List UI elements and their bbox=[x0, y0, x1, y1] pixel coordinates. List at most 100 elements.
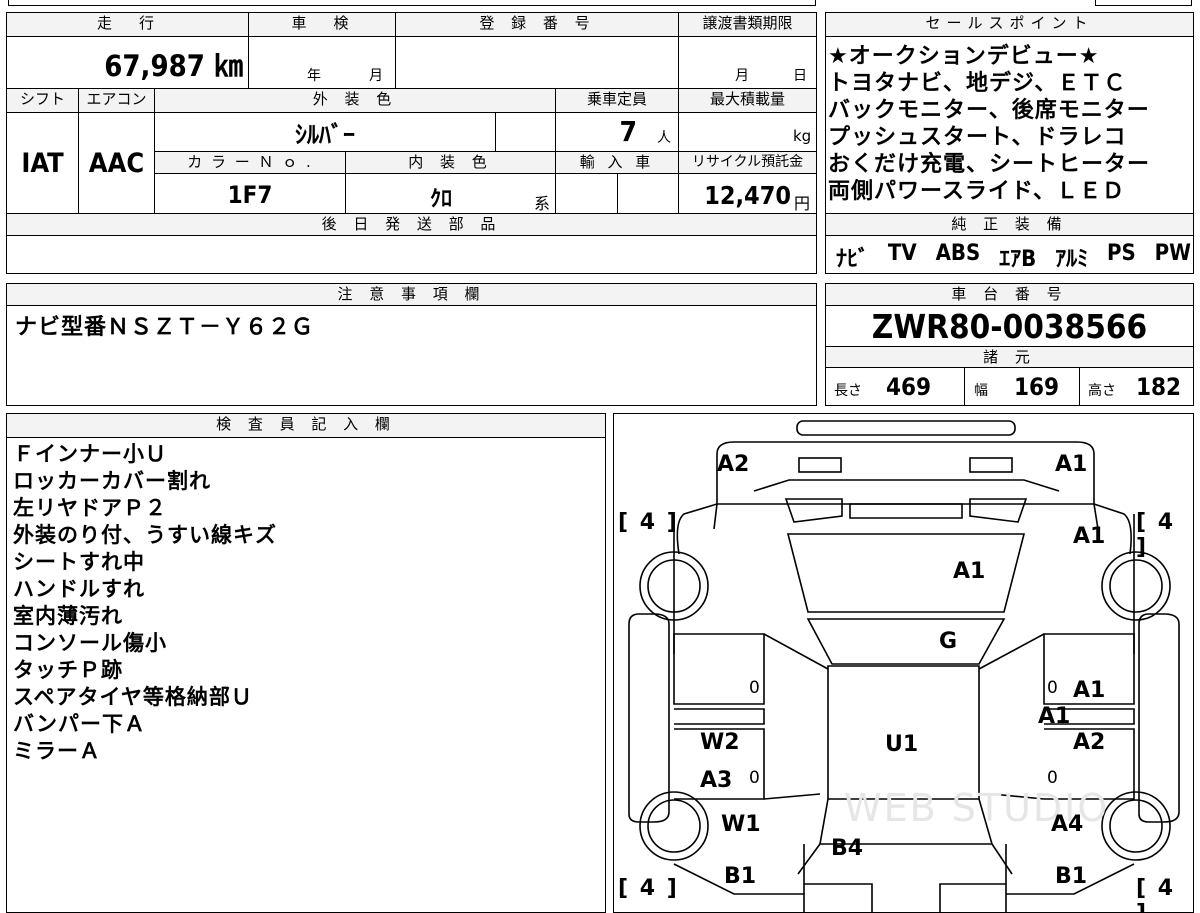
inspector-header: 検 査 員 記 入 欄 bbox=[7, 414, 605, 438]
mileage-header: 走 行 bbox=[7, 13, 250, 37]
equipment-alloy: ｱﾙﾐ bbox=[1055, 247, 1089, 272]
mark-front-left: A2 bbox=[717, 452, 750, 477]
exterior-color-value: ｼﾙﾊﾞｰ bbox=[295, 121, 355, 149]
recycle-value: 12,470 bbox=[704, 181, 791, 210]
sales-points-box: セールスポイント ★オークションデビュー★ トヨタナビ、地デジ、ＥＴＣ バックモ… bbox=[825, 12, 1194, 274]
registration-header: 登 録 番 号 bbox=[396, 13, 679, 37]
mark-left-rear-lower: A3 bbox=[700, 768, 733, 793]
mark-hood: A1 bbox=[953, 559, 986, 584]
mark-left-rear-door: W2 bbox=[700, 730, 740, 755]
shift-value: IAT bbox=[21, 148, 64, 179]
inspector-line: 室内薄汚れ bbox=[13, 604, 123, 628]
top-strip bbox=[8, 0, 816, 6]
height-label: 高さ bbox=[1088, 383, 1116, 399]
color-no-header: カ ラ ー Ｎ ｏ . bbox=[155, 152, 345, 174]
inspector-line: スペアタイヤ等格納部Ｕ bbox=[13, 685, 253, 709]
mark-rear-bumper-left: B1 bbox=[724, 864, 757, 889]
genuine-equipment-list: ﾅﾋﾞ TV ABS ｴｱB ｱﾙﾐ PS PW bbox=[836, 241, 1191, 273]
equipment-ps: PS bbox=[1106, 241, 1136, 266]
import-header: 輸 入 車 bbox=[556, 152, 678, 174]
exterior-color-header: 外 装 色 bbox=[155, 89, 555, 113]
notes-text: ナビ型番ＮＳＺＴ－Ｙ６２Ｇ bbox=[15, 315, 315, 340]
chassis-box: 車 台 番 号 ZWR80-0038566 諸 元 長さ 469 幅 169 高… bbox=[825, 283, 1194, 406]
inspection-month: 月 bbox=[369, 68, 383, 84]
inspection-header: 車 検 bbox=[250, 13, 396, 37]
mark-right-front-door: A1 bbox=[1073, 678, 1106, 703]
sales-point-line: おくだけ充電、シートヒーター bbox=[828, 152, 1151, 177]
mark-right-rear-door: A2 bbox=[1073, 730, 1106, 755]
length-label: 長さ bbox=[834, 383, 862, 399]
mark-right-pillar: A1 bbox=[1038, 704, 1071, 729]
mark-glass: G bbox=[939, 629, 958, 654]
inspector-line: シートすれ中 bbox=[13, 550, 145, 574]
inspector-line: 外装のり付、うすい線キズ bbox=[13, 523, 277, 547]
inspector-line: ミラーＡ bbox=[13, 739, 101, 763]
shift-header: シフト bbox=[7, 89, 78, 113]
inspection-year: 年 bbox=[307, 68, 321, 84]
inspector-line: ハンドルすれ bbox=[13, 577, 145, 601]
interior-color-value: ｸﾛ bbox=[429, 187, 452, 212]
transfer-day: 日 bbox=[793, 68, 807, 84]
mark-left-rear-fender: W1 bbox=[721, 812, 761, 837]
later-parts-value bbox=[7, 237, 816, 273]
inspector-line: バンパー下Ａ bbox=[13, 712, 147, 736]
capacity-header: 乗車定員 bbox=[556, 89, 678, 113]
mark-front-right: A1 bbox=[1055, 452, 1088, 477]
zero-marker: 0 bbox=[749, 768, 760, 788]
interior-color-suffix: 系 bbox=[534, 194, 551, 213]
transfer-deadline-header: 譲渡書類期限 bbox=[679, 13, 816, 37]
transfer-month: 月 bbox=[735, 68, 749, 84]
mark-back-door: B4 bbox=[831, 836, 864, 861]
tire-front-right: [ 4 ] bbox=[1136, 510, 1176, 560]
height-value: 182 bbox=[1136, 373, 1182, 401]
chassis-number: ZWR80-0038566 bbox=[871, 307, 1148, 346]
chassis-header: 車 台 番 号 bbox=[826, 284, 1193, 306]
mark-rear-bumper-right: B1 bbox=[1055, 864, 1088, 889]
width-value: 169 bbox=[1014, 373, 1060, 401]
equipment-pw: PW bbox=[1154, 241, 1191, 266]
color-no-value: 1F7 bbox=[227, 181, 273, 209]
later-parts-header: 後 日 発 送 部 品 bbox=[7, 214, 816, 236]
sales-point-line: プッシュスタート、ドラレコ bbox=[828, 125, 1127, 150]
equipment-navi: ﾅﾋﾞ bbox=[836, 247, 870, 272]
mileage-value: 67,987 ㎞ bbox=[104, 49, 243, 83]
recycle-unit: 円 bbox=[794, 194, 811, 213]
mark-fender-right: A1 bbox=[1073, 524, 1106, 549]
width-label: 幅 bbox=[974, 383, 988, 399]
inspector-line: コンソール傷小 bbox=[13, 631, 167, 655]
zero-marker: 0 bbox=[749, 678, 760, 698]
zero-marker: 0 bbox=[1047, 768, 1058, 788]
genuine-equipment-header: 純 正 装 備 bbox=[826, 214, 1193, 236]
tire-rear-right: [ 4 ] bbox=[1136, 876, 1176, 912]
interior-color-header: 内 装 色 bbox=[346, 152, 555, 174]
capacity-unit: 人 bbox=[657, 130, 671, 146]
mark-roof: U1 bbox=[885, 732, 919, 757]
inspector-line: ロッカーカバー割れ bbox=[13, 469, 211, 493]
tire-rear-left: [ 4 ] bbox=[618, 876, 679, 901]
tire-front-left: [ 4 ] bbox=[618, 510, 679, 535]
notes-header: 注 意 事 項 欄 bbox=[7, 284, 816, 306]
car-diagram: WEB STUDIO [ 4 ] [ 4 ] [ 4 ] [ 4 ] 0 0 0… bbox=[613, 413, 1194, 913]
ac-header: エアコン bbox=[79, 89, 154, 113]
mark-rear-right: A4 bbox=[1051, 812, 1084, 837]
inspector-line: 左リヤドアＰ２ bbox=[13, 496, 167, 520]
capacity-value: 7 bbox=[619, 115, 637, 148]
ac-value: AAC bbox=[88, 148, 145, 179]
specs-header: 諸 元 bbox=[826, 346, 1193, 368]
sales-point-line: トヨタナビ、地デジ、ＥＴＣ bbox=[828, 71, 1127, 96]
max-load-unit: kg bbox=[793, 127, 812, 145]
inspector-line: タッチＰ跡 bbox=[13, 658, 123, 682]
equipment-airbag: ｴｱB bbox=[999, 247, 1037, 272]
sales-point-line: 両側パワースライド、ＬＥＤ bbox=[828, 179, 1126, 204]
zero-marker: 0 bbox=[1047, 678, 1058, 698]
equipment-abs: ABS bbox=[935, 241, 981, 266]
top-strip-right bbox=[1095, 0, 1192, 6]
max-load-header: 最大積載量 bbox=[679, 89, 816, 113]
sales-point-line: バックモニター、後席モニター bbox=[828, 98, 1150, 123]
inspector-list: Ｆインナー小Ｕ ロッカーカバー割れ 左リヤドアＰ２ 外装のり付、うすい線キズ シ… bbox=[13, 441, 277, 765]
sales-point-line: ★オークションデビュー★ bbox=[828, 44, 1100, 69]
inspector-box: 検 査 員 記 入 欄 Ｆインナー小Ｕ ロッカーカバー割れ 左リヤドアＰ２ 外装… bbox=[6, 413, 606, 913]
car-outline bbox=[628, 420, 1180, 912]
equipment-tv: TV bbox=[887, 241, 917, 266]
recycle-header: リサイクル預託金 bbox=[679, 152, 816, 174]
